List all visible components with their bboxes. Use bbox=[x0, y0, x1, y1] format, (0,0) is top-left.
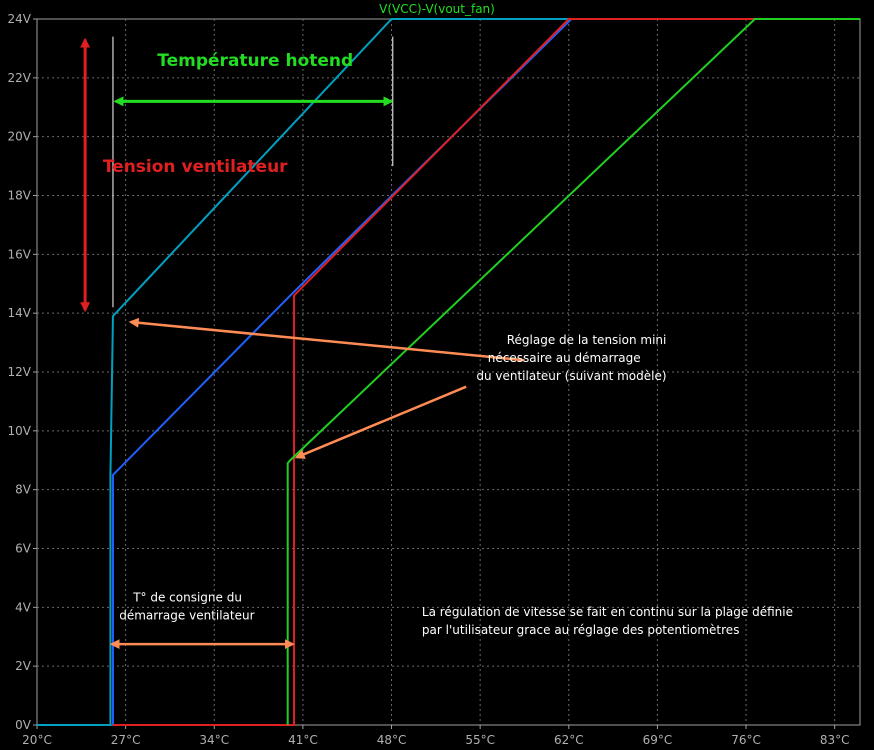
y-tick-label: 12V bbox=[8, 365, 32, 379]
y-tick-label: 20V bbox=[8, 130, 32, 144]
regulation-note-line: par l'utilisateur grace au réglage des p… bbox=[422, 623, 740, 637]
x-tick-label: 48°C bbox=[377, 733, 407, 747]
min-voltage-note-line: du ventilateur (suivant modèle) bbox=[476, 369, 666, 383]
x-tick-label: 41°C bbox=[288, 733, 318, 747]
x-tick-label: 55°C bbox=[465, 733, 495, 747]
y-tick-label: 2V bbox=[15, 659, 32, 673]
x-tick-label: 62°C bbox=[554, 733, 584, 747]
regulation-note-line: La régulation de vitesse se fait en cont… bbox=[422, 605, 793, 619]
setpoint-note-line: démarrage ventilateur bbox=[119, 608, 254, 622]
y-tick-label: 16V bbox=[8, 247, 32, 261]
y-tick-label: 6V bbox=[15, 542, 32, 556]
setpoint-note-line: T° de consigne du bbox=[132, 590, 242, 604]
y-tick-label: 10V bbox=[8, 424, 32, 438]
y-tick-label: 8V bbox=[15, 483, 32, 497]
x-tick-label: 83°C bbox=[820, 733, 850, 747]
x-tick-label: 76°C bbox=[731, 733, 761, 747]
voltage-range-label: Tension ventilateur bbox=[103, 157, 288, 177]
min-voltage-note-line: nécessaire au démarrage bbox=[488, 351, 641, 365]
temp-range-label: Température hotend bbox=[157, 51, 353, 71]
y-tick-label: 0V bbox=[15, 718, 32, 732]
y-tick-label: 24V bbox=[8, 12, 32, 26]
y-tick-label: 4V bbox=[15, 600, 32, 614]
x-tick-label: 27°C bbox=[111, 733, 141, 747]
chart-window: V(VCC)-V(vout_fan) 0V 2V 4V 6V 8V 10V 12V 14V 16… bbox=[0, 0, 874, 750]
y-tick-label: 14V bbox=[8, 306, 32, 320]
chart-canvas: 0V 2V 4V 6V 8V 10V 12V 14V 16V 18V 20V 22V 24V 20°C 27… bbox=[8, 12, 861, 747]
min-voltage-note-line: Réglage de la tension mini bbox=[507, 333, 667, 347]
x-tick-label: 34°C bbox=[199, 733, 229, 747]
x-tick-label: 20°C bbox=[22, 733, 52, 747]
x-tick-label: 69°C bbox=[643, 733, 673, 747]
y-tick-label: 18V bbox=[8, 189, 32, 203]
y-tick-label: 22V bbox=[8, 71, 32, 85]
